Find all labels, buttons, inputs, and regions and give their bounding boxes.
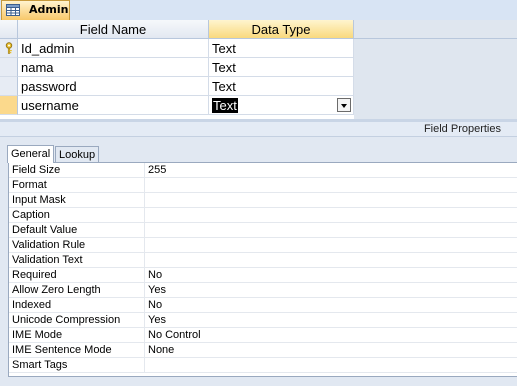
data-type-dropdown[interactable]: Text	[209, 96, 354, 115]
property-value[interactable]: No	[144, 298, 517, 312]
data-type-cell[interactable]: Text	[209, 77, 354, 96]
property-row[interactable]: Field Size 255	[9, 163, 517, 178]
property-value[interactable]	[144, 358, 517, 372]
property-value[interactable]	[144, 238, 517, 252]
field-properties-bar: Field Properties	[0, 122, 517, 137]
property-name: IME Sentence Mode	[12, 344, 112, 356]
tab-lookup[interactable]: Lookup	[55, 146, 100, 163]
primary-key-icon	[5, 42, 13, 54]
property-row[interactable]: IME Sentence Mode None	[9, 343, 517, 358]
property-value[interactable]: None	[144, 343, 517, 357]
row-selector[interactable]	[0, 77, 18, 96]
table-icon	[6, 4, 20, 16]
property-value[interactable]	[144, 193, 517, 207]
property-value[interactable]: Yes	[144, 283, 517, 297]
property-row[interactable]: Format	[9, 178, 517, 193]
column-header-description[interactable]	[354, 20, 517, 39]
property-name: Field Size	[12, 164, 61, 176]
data-type-cell[interactable]: Text	[209, 58, 354, 77]
property-name: Caption	[12, 209, 50, 221]
field-name-cell[interactable]: password	[18, 77, 209, 96]
field-name-cell[interactable]: nama	[18, 58, 209, 77]
property-row[interactable]: Validation Text	[9, 253, 517, 268]
property-row[interactable]: Smart Tags	[9, 358, 517, 373]
dropdown-arrow-icon[interactable]	[337, 98, 351, 112]
column-header-field-name[interactable]: Field Name	[18, 20, 209, 39]
property-name: Validation Text	[12, 254, 83, 266]
field-properties-pane: General Lookup Field Size 255 Format Inp…	[0, 137, 517, 386]
property-name: Format	[12, 179, 47, 191]
field-properties-title: Field Properties	[423, 123, 501, 135]
property-name: Input Mask	[12, 194, 66, 206]
properties-table: Field Size 255 Format Input Mask Caption…	[8, 162, 517, 377]
property-name: Indexed	[12, 299, 52, 311]
row-selector[interactable]	[0, 39, 18, 58]
tab-general[interactable]: General	[7, 145, 55, 163]
property-name: Required	[12, 269, 57, 281]
property-name: Default Value	[12, 224, 78, 236]
data-type-cell[interactable]: Text	[209, 39, 354, 58]
property-value[interactable]	[144, 223, 517, 237]
property-name: Smart Tags	[12, 359, 68, 371]
property-name: Validation Rule	[12, 239, 86, 251]
property-row[interactable]: Validation Rule	[9, 238, 517, 253]
row-selector[interactable]	[0, 58, 18, 77]
table-design-grid: Field Name Data Type Id_admin Text nama …	[0, 20, 517, 119]
grid-corner[interactable]	[0, 20, 18, 39]
property-name: Unicode Compression	[12, 314, 121, 326]
property-row[interactable]: Caption	[9, 208, 517, 223]
field-name-cell[interactable]: username	[18, 96, 209, 115]
property-row[interactable]: Unicode Compression Yes	[9, 313, 517, 328]
property-value[interactable]: 255	[144, 163, 517, 177]
property-row[interactable]: Indexed No	[9, 298, 517, 313]
property-row[interactable]: Default Value	[9, 223, 517, 238]
property-value[interactable]: Yes	[144, 313, 517, 327]
property-row[interactable]: Allow Zero Length Yes	[9, 283, 517, 298]
field-name-cell[interactable]: Id_admin	[18, 39, 209, 58]
grid-empty-area	[354, 39, 517, 119]
column-header-data-type[interactable]: Data Type	[209, 20, 354, 39]
property-row[interactable]: Required No	[9, 268, 517, 283]
tab-label: Admin	[29, 3, 69, 16]
row-selector-current[interactable]	[0, 96, 18, 115]
property-name: Allow Zero Length	[12, 284, 101, 296]
property-value[interactable]	[144, 208, 517, 222]
property-row[interactable]: IME Mode No Control	[9, 328, 517, 343]
document-tab-strip: Admin	[0, 0, 517, 21]
data-type-selected-text: Text	[212, 98, 238, 113]
property-value[interactable]: No	[144, 268, 517, 282]
property-value[interactable]	[144, 253, 517, 267]
property-value[interactable]	[144, 178, 517, 192]
property-value[interactable]: No Control	[144, 328, 517, 342]
property-name: IME Mode	[12, 329, 63, 341]
property-row[interactable]: Input Mask	[9, 193, 517, 208]
tab-admin[interactable]: Admin	[1, 0, 70, 20]
